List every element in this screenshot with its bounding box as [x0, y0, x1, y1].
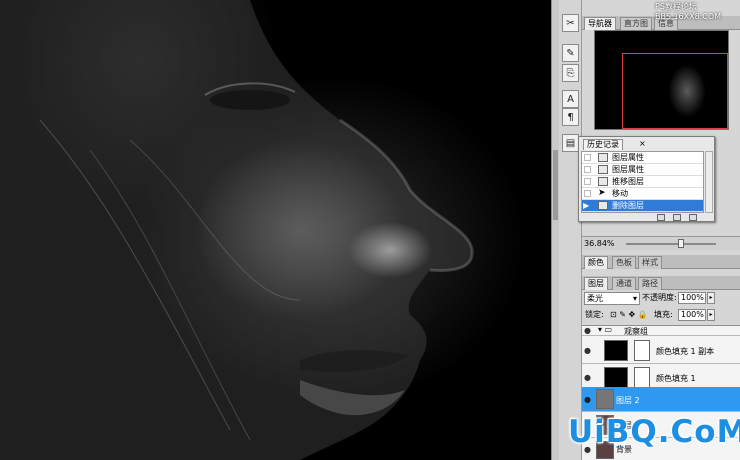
layer-thumbnail — [596, 389, 614, 409]
history-list: 图层属性 图层属性 推移图层 ➤ 移动 ▶ 删除图层 — [581, 151, 704, 213]
fill-slider-button[interactable]: ▸ — [707, 309, 715, 321]
scrollbar-thumb[interactable] — [553, 150, 558, 220]
snapshot-checkbox[interactable] — [584, 190, 591, 197]
history-step-icon — [598, 201, 608, 210]
tab-history[interactable]: 历史记录 — [583, 139, 623, 150]
tab-navigator[interactable]: 导航器 — [584, 17, 616, 30]
navigator-preview[interactable] — [594, 30, 729, 130]
color-tabs: 颜色 色板 样式 — [582, 255, 740, 269]
tab-swatches[interactable]: 色板 — [612, 256, 636, 269]
watermark-logo: UiBQ.CoM — [568, 414, 740, 450]
fill-field[interactable]: 100% — [678, 309, 706, 321]
history-panel-icon[interactable]: ▤ — [562, 134, 579, 152]
tab-color[interactable]: 颜色 — [584, 256, 608, 269]
navigator-view-box[interactable] — [622, 53, 728, 129]
history-item-label: 图层属性 — [612, 165, 644, 174]
opacity-field[interactable]: 100% — [678, 292, 706, 304]
history-state-arrow-icon: ▶ — [583, 201, 590, 210]
character-icon[interactable]: A — [562, 90, 579, 108]
history-item[interactable]: 图层属性 — [582, 152, 703, 164]
blend-mode-value: 柔光 — [587, 294, 603, 303]
layer-name: 观察组 — [624, 327, 648, 336]
layer-name: 颜色填充 1 — [656, 374, 696, 383]
watermark-top: PS教程论坛 BBS.16XX8.COM — [655, 2, 721, 22]
clone-icon[interactable]: ⎘ — [562, 64, 579, 82]
layer-row-selected[interactable]: ● 图层 2 — [582, 387, 740, 412]
history-panel: 历史记录 × 图层属性 图层属性 推移图层 ➤ 移动 ▶ 删除图层 — [578, 136, 715, 222]
watermark-top-line1: PS教程论坛 — [655, 2, 697, 11]
layer-options: 柔光 ▾ 不透明度: 100% ▸ — [582, 291, 740, 307]
layer-mask-thumbnail — [634, 367, 650, 388]
navigator-zoom-bar: 36.84% — [582, 236, 740, 250]
history-item-selected[interactable]: ▶ 删除图层 — [582, 200, 703, 212]
brush-icon[interactable]: ✎ — [562, 44, 579, 62]
snapshot-checkbox[interactable] — [584, 154, 591, 161]
chevron-down-icon: ▾ — [632, 294, 637, 303]
history-item[interactable]: 图层属性 — [582, 164, 703, 176]
canvas-scrollbar[interactable] — [551, 0, 559, 460]
document-canvas[interactable] — [0, 0, 551, 460]
tab-layers[interactable]: 图层 — [584, 277, 608, 290]
zoom-value[interactable]: 36.84% — [584, 237, 615, 250]
history-item-label: 图层属性 — [612, 153, 644, 162]
layer-row-group[interactable]: ● ▾ ▭ 观察组 — [582, 326, 740, 336]
tab-histogram[interactable]: 直方图 — [620, 17, 652, 30]
history-step-icon — [598, 177, 608, 186]
blend-mode-select[interactable]: 柔光 ▾ — [584, 292, 640, 305]
history-item[interactable]: ➤ 移动 — [582, 188, 703, 200]
tab-channels[interactable]: 通道 — [612, 277, 636, 290]
lock-label: 锁定: — [585, 310, 604, 319]
zoom-slider-knob[interactable] — [678, 239, 684, 248]
layers-tabs: 图层 通道 路径 — [582, 276, 740, 290]
zoom-slider[interactable] — [626, 243, 716, 245]
snapshot-checkbox[interactable] — [584, 178, 591, 185]
move-tool-icon: ➤ — [598, 188, 606, 198]
eye-icon[interactable]: ● — [584, 346, 596, 355]
opacity-slider-button[interactable]: ▸ — [707, 292, 715, 304]
history-item-label: 移动 — [612, 189, 628, 198]
lock-icons[interactable]: ⊡ ✎ ✥ 🔒 — [610, 308, 648, 322]
tab-paths[interactable]: 路径 — [638, 277, 662, 290]
right-panels: 导航器 直方图 信息 36.84% 颜色 色板 样式 图层 通道 路径 柔光 ▾ … — [582, 0, 740, 460]
history-footer — [581, 213, 713, 222]
layer-name: 图层 2 — [616, 396, 640, 405]
eye-icon[interactable]: ● — [584, 395, 596, 404]
history-item-label: 删除图层 — [612, 201, 644, 210]
trash-icon[interactable] — [689, 214, 697, 221]
eye-icon[interactable]: ● — [584, 326, 596, 335]
tools-icon[interactable]: ✂ — [562, 14, 579, 32]
history-step-icon — [598, 165, 608, 174]
folder-icon: ▾ ▭ — [598, 325, 613, 334]
history-item-label: 推移图层 — [612, 177, 644, 186]
eye-icon[interactable]: ● — [584, 373, 596, 382]
history-item[interactable]: 推移图层 — [582, 176, 703, 188]
history-step-icon — [598, 153, 608, 162]
lock-row: 锁定: ⊡ ✎ ✥ 🔒 填充: 100% ▸ — [582, 308, 740, 324]
close-icon[interactable]: × — [639, 139, 646, 148]
snapshot-checkbox[interactable] — [584, 166, 591, 173]
new-document-icon[interactable] — [657, 214, 665, 221]
layer-row[interactable]: ● 颜色填充 1 副本 — [582, 337, 740, 364]
layer-name: 颜色填充 1 副本 — [656, 347, 715, 356]
watermark-top-line2: BBS.16XX8.COM — [655, 12, 722, 21]
layer-mask-thumbnail — [634, 340, 650, 361]
paragraph-icon[interactable]: ¶ — [562, 108, 579, 126]
fill-label: 填充: — [654, 310, 673, 319]
opacity-label: 不透明度: — [642, 293, 677, 302]
layer-thumbnail — [604, 340, 628, 361]
portrait-photo — [0, 0, 474, 460]
snapshot-icon[interactable] — [673, 214, 681, 221]
tab-styles[interactable]: 样式 — [638, 256, 662, 269]
history-scrollbar[interactable] — [705, 151, 713, 213]
panel-dock-icons: ✂ ✎ ⎘ A ¶ ▤ — [559, 0, 582, 460]
layer-thumbnail — [604, 367, 628, 388]
